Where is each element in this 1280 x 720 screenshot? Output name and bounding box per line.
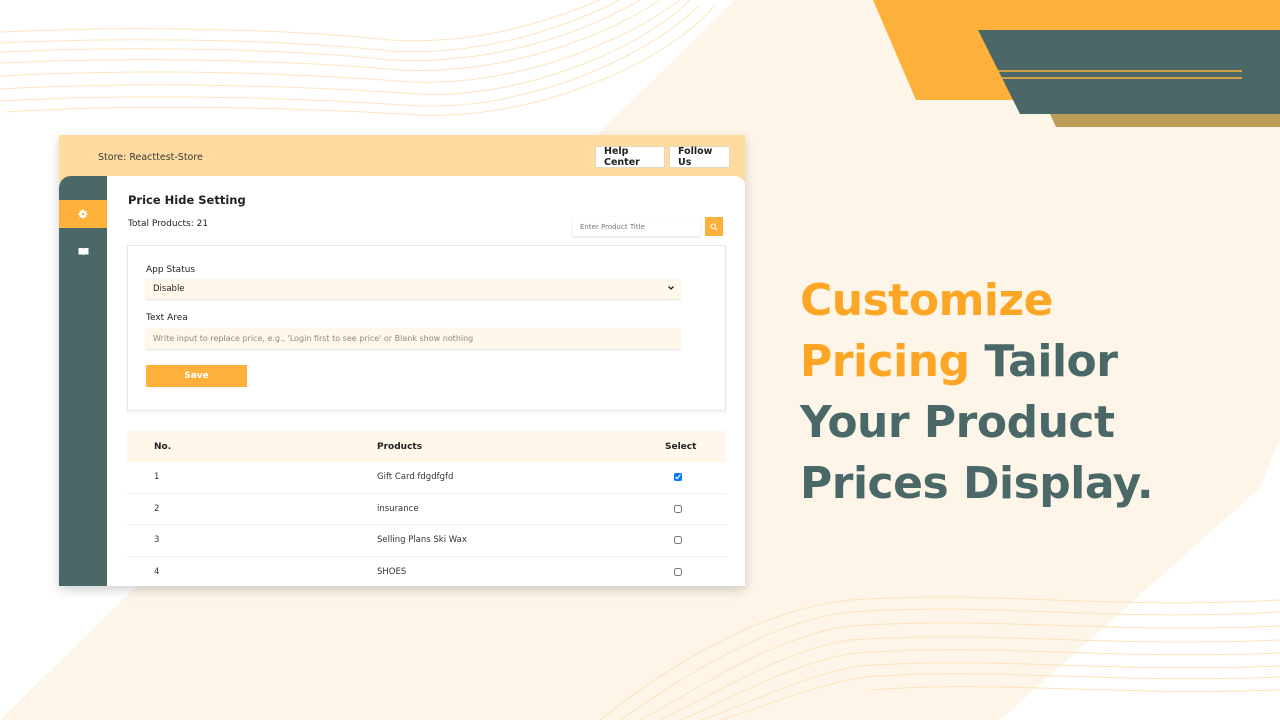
header-no: No.: [154, 441, 172, 452]
product-search-input[interactable]: [573, 217, 700, 236]
text-area-label: Text Area: [146, 313, 188, 323]
book-icon: [78, 248, 88, 256]
row-product: Selling Plans Ski Wax: [377, 535, 467, 546]
search-icon: [710, 223, 718, 231]
row-select-checkbox[interactable]: [674, 504, 682, 513]
follow-us-button[interactable]: Follow Us: [669, 146, 730, 168]
row-product: SHOES: [377, 567, 407, 578]
chevron-down-icon: [668, 286, 674, 290]
app-status-value: Disable: [153, 284, 185, 294]
app-window: Store: Reacttest-Store Help Center Follo…: [59, 135, 745, 586]
store-label: Store: Reacttest-Store: [98, 152, 203, 163]
total-products: Total Products: 21: [128, 219, 209, 229]
row-product: Gift Card fdgdfgfd: [377, 472, 454, 483]
row-no: 2: [154, 503, 160, 514]
help-center-button[interactable]: Help Center: [595, 146, 665, 168]
sidebar: [59, 176, 107, 586]
gear-icon: [78, 209, 88, 219]
products-table: No. Products Select 1 Gift Card fdgdfgfd…: [127, 431, 726, 586]
settings-card: App Status Disable Text Area Write input…: [127, 245, 726, 411]
row-select-checkbox[interactable]: [674, 568, 682, 577]
row-no: 4: [154, 567, 160, 578]
table-row: 3 Selling Plans Ski Wax: [127, 525, 726, 557]
save-button[interactable]: Save: [146, 365, 247, 387]
row-no: 3: [154, 535, 160, 546]
app-status-label: App Status: [146, 265, 196, 275]
table-row: 2 insurance: [127, 494, 726, 525]
table-row: 4 SHOES: [127, 557, 726, 587]
row-select-checkbox[interactable]: [674, 473, 682, 482]
promo-headline: Customize Pricing Tailor Your Product Pr…: [800, 270, 1154, 514]
row-select-checkbox[interactable]: [674, 536, 682, 545]
row-no: 1: [154, 472, 160, 483]
row-product: insurance: [377, 503, 419, 514]
table-header: No. Products Select: [127, 431, 726, 462]
headline-tailor: Tailor: [969, 336, 1118, 387]
page-title: Price Hide Setting: [128, 193, 246, 207]
headline-prices-display: Prices Display.: [800, 458, 1154, 509]
search-button[interactable]: [705, 217, 723, 236]
header-select: Select: [665, 441, 697, 452]
sidebar-item-docs[interactable]: [59, 238, 107, 266]
header-products: Products: [377, 441, 423, 452]
app-status-select[interactable]: Disable: [146, 279, 680, 299]
headline-pricing: Pricing: [800, 336, 970, 387]
headline-your-product: Your Product: [800, 397, 1115, 448]
table-row: 1 Gift Card fdgdfgfd: [127, 462, 726, 494]
headline-customize: Customize: [800, 275, 1053, 326]
sidebar-item-settings[interactable]: [59, 200, 107, 228]
replace-price-textarea[interactable]: Write input to replace price, e.g., 'Log…: [146, 328, 680, 349]
main-content: Price Hide Setting Total Products: 21 Ap…: [107, 176, 745, 586]
